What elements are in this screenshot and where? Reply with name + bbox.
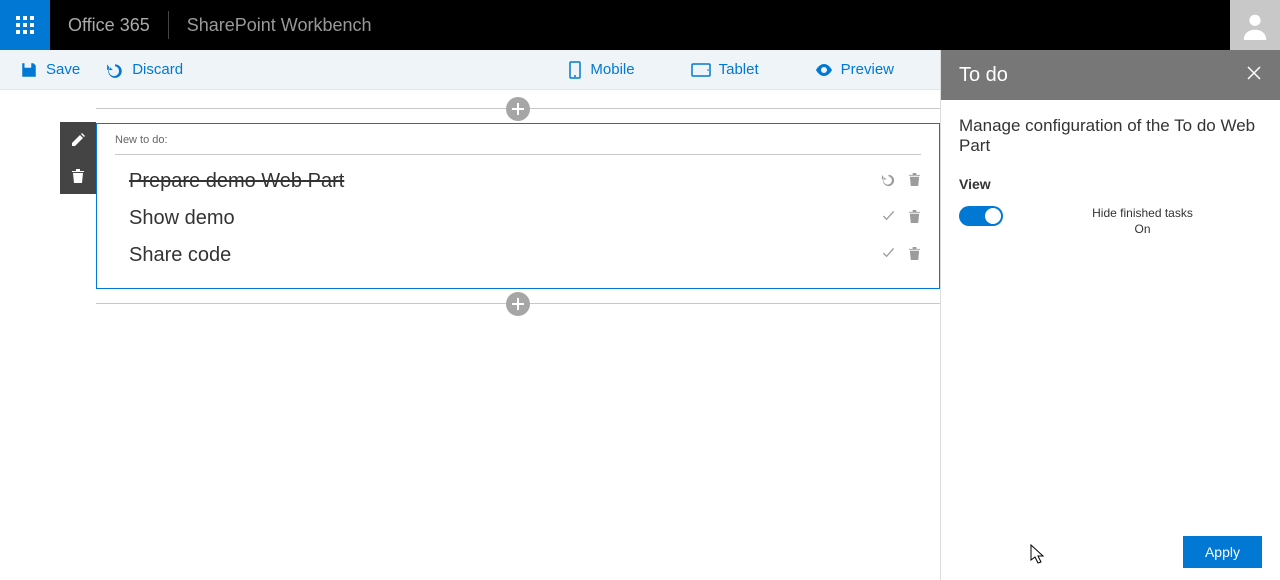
delete-icon[interactable] xyxy=(908,170,921,193)
preview-button[interactable]: Preview xyxy=(815,61,894,79)
property-pane: To do Manage configuration of the To do … xyxy=(940,50,1280,580)
save-label: Save xyxy=(46,61,80,78)
discard-button[interactable]: Discard xyxy=(106,61,183,79)
new-todo-input[interactable]: New to do: xyxy=(115,134,921,155)
hide-finished-toggle[interactable] xyxy=(959,206,1003,226)
edit-webpart-button[interactable] xyxy=(60,122,96,158)
todo-item: Prepare demo Web Part xyxy=(115,163,921,200)
todo-item: Share code xyxy=(115,237,921,274)
delete-webpart-button[interactable] xyxy=(60,158,96,194)
add-section-button-top[interactable] xyxy=(506,97,530,121)
add-section-button-bottom[interactable] xyxy=(506,292,530,316)
todo-item-label: Share code xyxy=(129,244,231,267)
app-launcher-icon[interactable] xyxy=(0,0,50,50)
preview-label: Preview xyxy=(841,61,894,78)
user-avatar-icon[interactable] xyxy=(1230,0,1280,50)
mobile-button[interactable]: Mobile xyxy=(568,61,634,79)
section-divider-bottom xyxy=(96,303,940,304)
toggle-label: Hide finished tasks xyxy=(1023,206,1262,220)
apply-button[interactable]: Apply xyxy=(1183,536,1262,568)
command-bar: Save Discard Mobile Tablet Preview xyxy=(0,50,940,90)
todo-item-label: Prepare demo Web Part xyxy=(129,170,344,193)
pane-title: To do xyxy=(959,64,1008,87)
save-button[interactable]: Save xyxy=(20,61,80,79)
todo-webpart[interactable]: New to do: Prepare demo Web Part Show de… xyxy=(96,123,940,289)
pane-header: To do xyxy=(941,50,1280,100)
mobile-label: Mobile xyxy=(590,61,634,78)
pane-section-title: View xyxy=(959,176,1262,192)
canvas: New to do: Prepare demo Web Part Show de… xyxy=(18,90,940,304)
brand-label[interactable]: Office 365 xyxy=(50,11,169,39)
delete-icon[interactable] xyxy=(908,244,921,267)
close-icon[interactable] xyxy=(1246,64,1262,87)
delete-icon[interactable] xyxy=(908,207,921,230)
todo-item-label: Show demo xyxy=(129,207,235,230)
webpart-toolbar xyxy=(60,122,96,194)
toggle-state: On xyxy=(1023,222,1262,236)
tablet-button[interactable]: Tablet xyxy=(691,61,759,79)
undo-icon[interactable] xyxy=(881,170,896,193)
workbench-label: SharePoint Workbench xyxy=(169,15,390,36)
discard-label: Discard xyxy=(132,61,183,78)
section-divider-top xyxy=(96,108,940,109)
pane-description: Manage configuration of the To do Web Pa… xyxy=(959,116,1262,156)
check-icon[interactable] xyxy=(881,207,896,230)
tablet-label: Tablet xyxy=(719,61,759,78)
top-bar: Office 365 SharePoint Workbench xyxy=(0,0,1280,50)
check-icon[interactable] xyxy=(881,244,896,267)
todo-item: Show demo xyxy=(115,200,921,237)
